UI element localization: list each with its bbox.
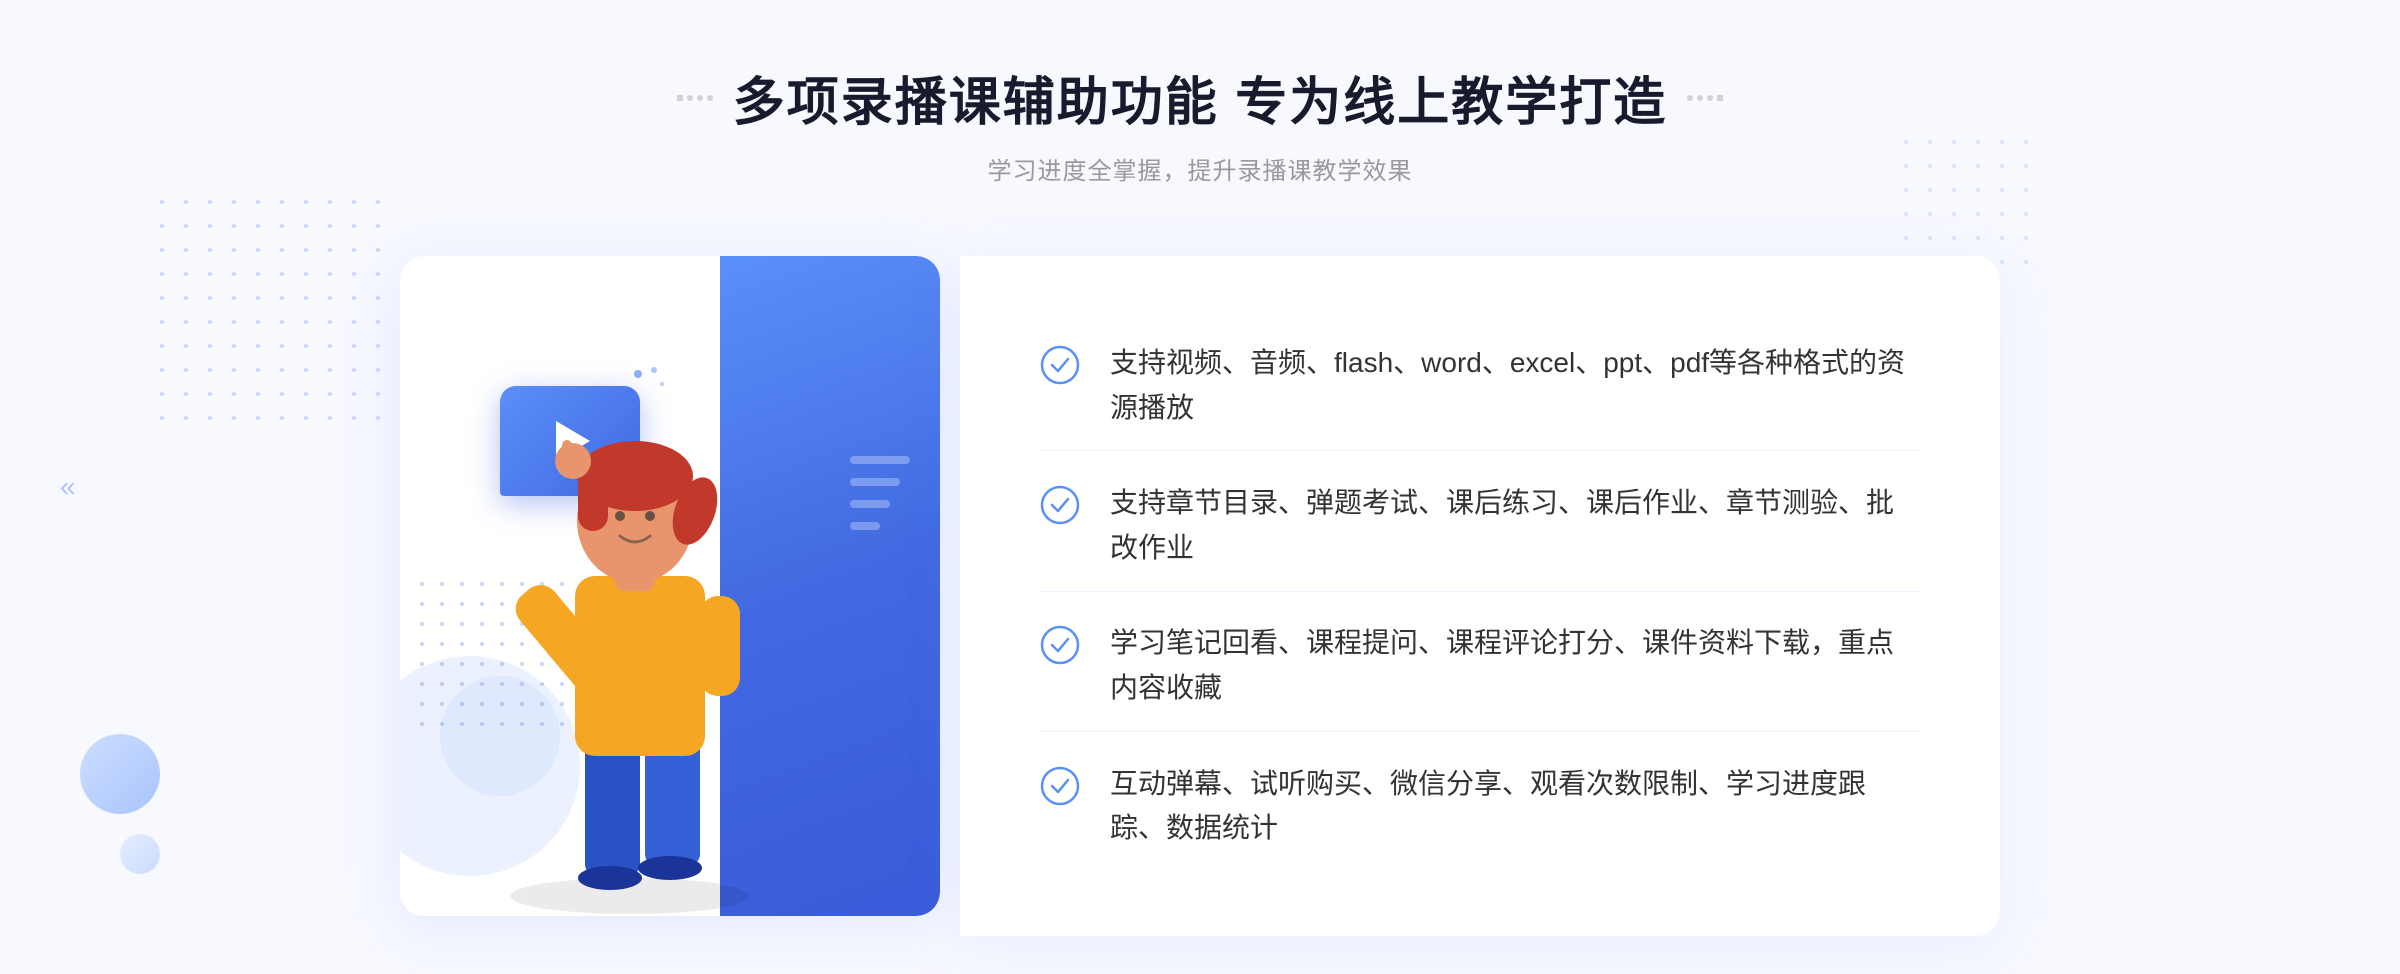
feature-item-2: 支持章节目录、弹题考试、课后练习、课后作业、章节测验、批改作业: [1040, 461, 1920, 592]
check-circle-icon-3: [1040, 625, 1080, 665]
feature-text-2: 支持章节目录、弹题考试、课后练习、课后作业、章节测验、批改作业: [1110, 481, 1920, 571]
left-decorator: [677, 95, 713, 101]
page-title: 多项录播课辅助功能 专为线上教学打造: [733, 60, 1667, 135]
right-decorator: [1687, 95, 1723, 101]
page-wrapper: (function() { const container = document…: [0, 0, 2400, 974]
feature-item-4: 互动弹幕、试听购买、微信分享、观看次数限制、学习进度跟踪、数据统计: [1040, 742, 1920, 872]
feature-text-4: 互动弹幕、试听购买、微信分享、观看次数限制、学习进度跟踪、数据统计: [1110, 762, 1920, 852]
feature-text-3: 学习笔记回看、课程提问、课程评论打分、课件资料下载，重点内容收藏: [1110, 621, 1920, 711]
check-circle-icon-2: [1040, 485, 1080, 525]
feature-item-1: 支持视频、音频、flash、word、excel、ppt、pdf等各种格式的资源…: [1040, 321, 1920, 452]
feature-text-1: 支持视频、音频、flash、word、excel、ppt、pdf等各种格式的资源…: [1110, 341, 1920, 431]
check-circle-icon-1: [1040, 345, 1080, 385]
side-arrows-left: «: [60, 473, 76, 501]
header-section: 多项录播课辅助功能 专为线上教学打造 学习进度全掌握，提升录播课教学效果: [677, 60, 1723, 186]
check-circle-icon-4: [1040, 766, 1080, 806]
person-illustration: [400, 256, 940, 916]
decorative-circle-small: [120, 834, 160, 874]
right-panel: 支持视频、音频、flash、word、excel、ppt、pdf等各种格式的资源…: [960, 256, 2000, 936]
page-subtitle: 学习进度全掌握，提升录播课教学效果: [677, 151, 1723, 186]
decorative-dots-left: (function() { const container = document…: [160, 200, 392, 432]
left-panel: (function() { const grids = document.que…: [400, 236, 980, 936]
content-area: (function() { const grids = document.que…: [400, 236, 2000, 936]
deco-lines-right: [850, 456, 910, 530]
chevron-left-icon: «: [60, 473, 76, 501]
illustration-card: (function() { const grids = document.que…: [400, 256, 940, 916]
decorative-circle-left: [80, 734, 160, 814]
title-row: 多项录播课辅助功能 专为线上教学打造: [677, 60, 1723, 135]
feature-item-3: 学习笔记回看、课程提问、课程评论打分、课件资料下载，重点内容收藏: [1040, 601, 1920, 732]
